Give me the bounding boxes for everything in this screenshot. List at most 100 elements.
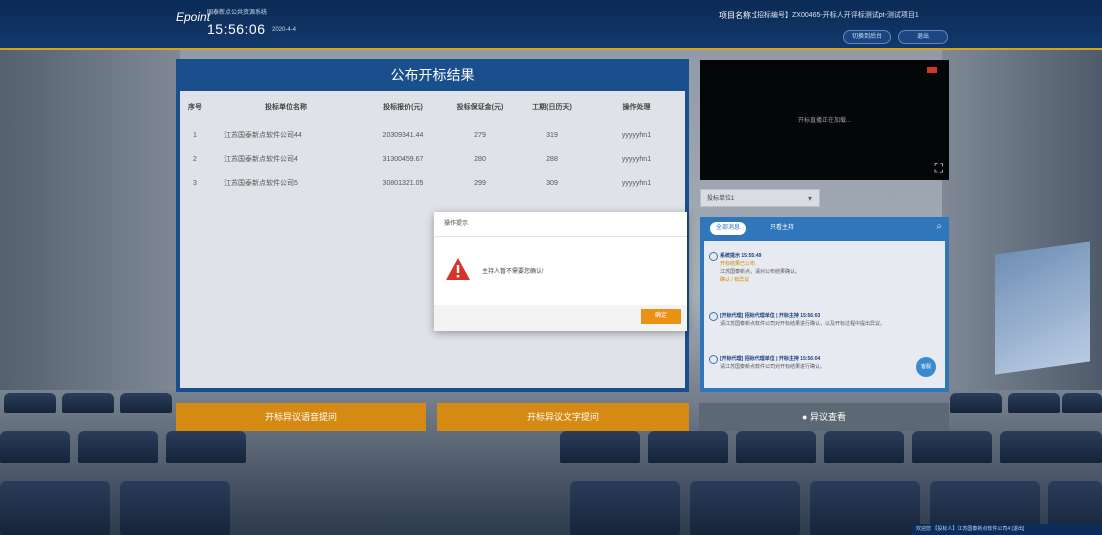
column-header: 序号 [188, 104, 202, 111]
seat [950, 393, 1002, 413]
view-objection-button[interactable]: ● 异议查看 [699, 403, 949, 431]
cell-deposit: 279 [474, 131, 486, 139]
seat [4, 393, 56, 413]
seat [560, 431, 640, 463]
message-line: 开标结果已公布 [720, 261, 756, 267]
tab-all-messages[interactable]: 全部消息 [710, 222, 747, 235]
column-header: 投标报价(元) [383, 104, 423, 111]
fullscreen-icon[interactable]: ⛶ [935, 162, 943, 174]
message-avatar-icon [709, 312, 718, 321]
seat [570, 481, 680, 535]
cell-deposit: 280 [474, 155, 486, 163]
room-display-screen [995, 241, 1090, 375]
table-row: 1 江苏国泰新点软件公司44 20309341.44 279 319 yyyyy… [180, 123, 685, 147]
dialog-body: 主持人暂不需要您确认! [434, 237, 687, 305]
message-avatar-icon [709, 355, 718, 364]
seat [912, 431, 992, 463]
dialog-title: 操作提示 [434, 212, 687, 237]
message-header: 系统提示 15:55:49 [720, 253, 762, 259]
cell-period: 309 [546, 179, 558, 187]
date: 2020-4-4 [272, 27, 297, 33]
cell-name: 江苏国泰新点软件公司5 [224, 180, 298, 187]
cell-price: 31300459.67 [382, 155, 424, 163]
seat [1008, 393, 1060, 413]
cell-op: yyyyyhn1 [621, 179, 652, 187]
column-header: 投标单位名称 [265, 104, 307, 111]
seat [0, 431, 70, 463]
seat [78, 431, 158, 463]
seat [120, 393, 172, 413]
cell-deposit: 299 [474, 179, 486, 187]
chat-message: [开标代理] 招标代理单位 | 开标主持 15:56:03 请江苏国泰新点软件公… [709, 312, 935, 328]
chat-bubble-icon: ● [802, 412, 808, 422]
message-line: 确认 / 有异议 [720, 277, 750, 283]
dialog-message: 主持人暂不需要您确认! [482, 269, 544, 275]
ok-button[interactable]: 确定 [641, 309, 681, 324]
seat [62, 393, 114, 413]
cell-price: 30801321.05 [382, 179, 424, 187]
seat [1062, 393, 1102, 413]
cell-op: yyyyyhn1 [621, 131, 652, 139]
seat [824, 431, 904, 463]
cell-period: 319 [546, 131, 558, 139]
seat [166, 431, 246, 463]
seat [120, 481, 230, 535]
seat [648, 431, 728, 463]
search-icon[interactable]: ⌕ [936, 221, 942, 232]
column-header: 工期(日历天) [532, 104, 572, 111]
seat [690, 481, 800, 535]
bid-result-table: 序号 投标单位名称 投标报价(元) 投标保证金(元) 工期(日历天) 操作处理 … [180, 91, 685, 195]
epoint-logo: Epoint [176, 10, 211, 24]
tab-host-only[interactable]: 只看主持 [764, 222, 800, 235]
message-header: [开标代理] 招标代理单位 | 开标主持 15:56:03 [720, 313, 821, 319]
tip-dialog: 操作提示 主持人暂不需要您确认! 确定 [434, 212, 687, 331]
message-line: 江苏国泰新点，请对公布结果确认。 [720, 269, 801, 275]
table-row: 2 江苏国泰新点软件公司4 31300459.67 280 288 yyyyyh… [180, 147, 685, 171]
top-bar: Epoint 国泰新点公共资源系统 15:56:06 2020-4-4 项目名称… [0, 0, 1102, 50]
cell-no: 3 [193, 179, 197, 187]
dialog-footer: 确定 [434, 305, 687, 331]
message-header: [开标代理] 招标代理单位 | 开标主持 15:56:04 [720, 356, 821, 362]
system-name: 国泰新点公共资源系统 [207, 10, 268, 16]
seat [810, 481, 920, 535]
seat [736, 431, 816, 463]
cell-price: 20309341.44 [382, 131, 424, 139]
project-name: 【招标编号】ZX00465-开标人开评标测试pt-测试项目1 [750, 12, 919, 19]
table-header-row: 序号 投标单位名称 投标报价(元) 投标保证金(元) 工期(日历天) 操作处理 [180, 91, 685, 123]
recording-indicator [927, 67, 937, 73]
message-line: 请江苏国泰新点软件公司对开标结果进行确认。 [720, 364, 826, 370]
cell-name: 江苏国泰新点软件公司4 [224, 156, 298, 163]
message-avatar-icon [709, 252, 718, 261]
warning-icon [446, 258, 470, 280]
clock: 15:56:06 [207, 21, 266, 37]
text-objection-button[interactable]: 开标异议文字提问 [437, 403, 689, 431]
column-header: 操作处理 [622, 104, 651, 111]
cell-no: 2 [193, 155, 197, 163]
panel-title: 公布开标结果 [390, 67, 475, 83]
video-placeholder: 开标直播正在加载... [797, 118, 851, 124]
bidder-select[interactable]: 投标单位1 ▾ [700, 189, 820, 207]
logout-button[interactable]: 退出 [898, 30, 948, 44]
cell-op: yyyyyhn1 [621, 155, 652, 163]
chat-messages: 系统提示 15:55:49 开标结果已公布 江苏国泰新点，请对公布结果确认。 确… [704, 241, 945, 388]
chat-panel: 全部消息 只看主持 ⌕ 系统提示 15:55:49 开标结果已公布 江苏国泰新点… [700, 217, 949, 392]
seat [0, 481, 110, 535]
column-header: 投标保证金(元) [456, 104, 504, 111]
cell-name: 江苏国泰新点软件公司44 [224, 132, 302, 139]
cell-no: 1 [193, 131, 197, 139]
table-row: 3 江苏国泰新点软件公司5 30801321.05 299 309 yyyyyh… [180, 171, 685, 195]
cell-period: 288 [546, 155, 558, 163]
left-wall [0, 50, 180, 390]
chat-message: 系统提示 15:55:49 开标结果已公布 江苏国泰新点，请对公布结果确认。 确… [709, 252, 935, 284]
message-line: 请江苏国泰新点软件公司对开标结果进行确认，以及开标过程中提出异议。 [720, 321, 886, 327]
chat-tabs: 全部消息 只看主持 ⌕ [700, 217, 949, 239]
video-player[interactable]: 开标直播正在加载... ⛶ [700, 60, 949, 180]
chat-message: [开标代理] 招标代理单位 | 开标主持 15:56:04 请江苏国泰新点软件公… [709, 355, 935, 371]
view-objection-label: 异议查看 [809, 412, 846, 422]
status-bar: 欢迎您 【投标人】江苏国泰新点软件公司4 [退出] [912, 524, 1102, 535]
customer-service-button[interactable]: 客服 [916, 357, 936, 377]
voice-objection-button[interactable]: 开标异议语音提问 [176, 403, 426, 431]
switch-backend-button[interactable]: 切换到后台 [843, 30, 891, 44]
seat [1000, 431, 1102, 463]
chevron-down-icon: ▾ [807, 194, 812, 203]
